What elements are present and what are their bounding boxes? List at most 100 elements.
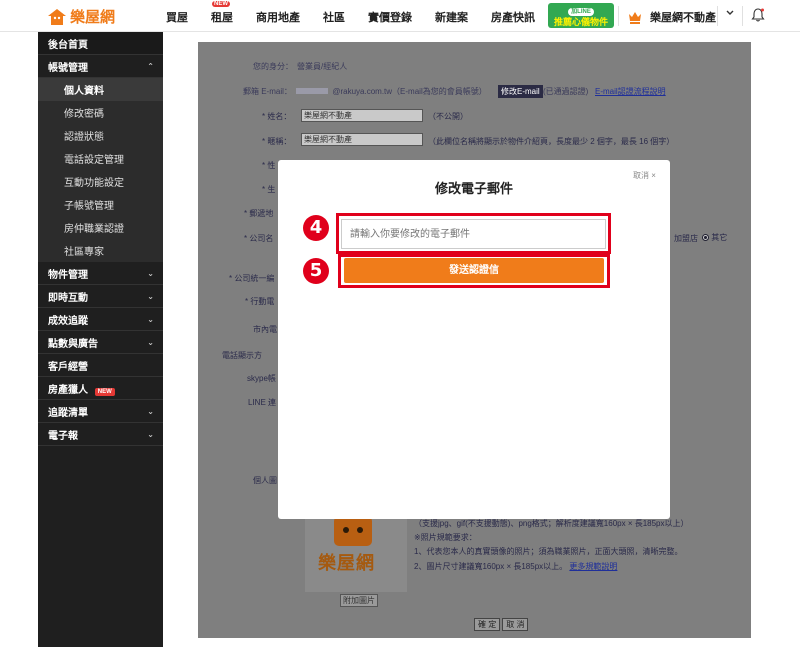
photo-note-rule2-text: 2、圖片尺寸建議寬160px × 長185px以上。 (414, 562, 568, 571)
sidebar-sub-password[interactable]: 修改密碼 (38, 101, 163, 124)
nav-price-registry[interactable]: 實價登錄 (368, 9, 412, 25)
sidebar-item-performance[interactable]: 成效追蹤 ⌄ (38, 308, 163, 331)
top-navigation: 樂屋網 買屋 NEW 租屋 商用地產 社區 實價登錄 新建案 房產快訊 加LIN… (0, 0, 800, 32)
sidebar-item-label: 物件管理 (48, 269, 88, 281)
other-radio[interactable]: 其它 (702, 232, 727, 243)
email-verified: (已通過認證) (543, 87, 589, 96)
line-label: LINE 連 (248, 398, 277, 407)
step-4-marker: 4 (303, 215, 329, 241)
sidebar-item-label: 點數與廣告 (48, 338, 98, 350)
company-label: * 公司名 (244, 234, 274, 243)
sidebar-item-label: 房產獵人 NEW (48, 381, 115, 396)
sidebar-item-interaction[interactable]: 即時互動 ⌄ (38, 285, 163, 308)
email-masked (296, 88, 329, 94)
store-option[interactable]: 加盟店 (674, 233, 698, 244)
main-nav: 買屋 NEW 租屋 商用地產 社區 實價登錄 新建案 房產快訊 (166, 1, 558, 25)
new-email-input[interactable] (341, 219, 606, 249)
user-menu[interactable]: 樂屋網不動產 (628, 9, 716, 25)
sidebar-item-label: 後台首頁 (48, 39, 88, 51)
upload-photo-button[interactable]: 附加圖片 (340, 594, 378, 607)
nav-community[interactable]: 社區 (323, 9, 345, 25)
sidebar-item-label: 電子報 (48, 430, 78, 442)
sidebar-item-listings[interactable]: 物件管理 ⌄ (38, 262, 163, 285)
modify-email-button[interactable]: 修改E-mail (498, 85, 543, 98)
send-verification-button[interactable]: 發送認證信 (344, 258, 604, 283)
step-5-marker: 5 (303, 258, 329, 284)
nav-rent-label: 租屋 (211, 12, 233, 24)
sidebar-sub-verification[interactable]: 認證狀態 (38, 124, 163, 147)
sidebar-sub-community-expert[interactable]: 社區專家 (38, 239, 163, 262)
form-actions: 確 定 取 消 (474, 618, 529, 631)
other-option: 其它 (711, 233, 728, 242)
nickname-field[interactable]: 樂屋網不動產 (301, 133, 423, 146)
sidebar-item-label: 成效追蹤 (48, 315, 88, 327)
mobile-label: * 行動電 (245, 297, 275, 306)
chevron-down-icon: ⌄ (147, 314, 154, 324)
sidebar-item-hunter[interactable]: 房產獵人 NEW (38, 377, 163, 400)
sidebar-item-points-ads[interactable]: 點數與廣告 ⌄ (38, 331, 163, 354)
divider (742, 6, 743, 26)
brand-name: 樂屋網 (70, 9, 116, 26)
address-label: * 郵遞地 (244, 209, 274, 218)
chevron-down-icon: ⌄ (147, 406, 154, 416)
cancel-button[interactable]: 取 消 (502, 618, 529, 631)
sidebar-item-label: 即時互動 (48, 292, 88, 304)
sidebar-item-label: 客戶經營 (48, 361, 88, 373)
photo-note-rule2: 2、圖片尺寸建議寬160px × 長185px以上。 更多規範說明 (414, 561, 617, 572)
sidebar-item-account[interactable]: 帳號管理 ⌃ (38, 55, 163, 78)
sidebar-item-newsletter[interactable]: 電子報 ⌄ (38, 423, 163, 446)
email-label: 郵箱 E-mail： (243, 87, 292, 96)
nav-rent[interactable]: NEW 租屋 (211, 1, 233, 25)
sidebar-item-home[interactable]: 後台首頁 (38, 32, 163, 55)
sidebar-sub-subaccounts[interactable]: 子帳號管理 (38, 193, 163, 216)
mascot-brand: 樂屋網 (318, 553, 375, 573)
name-field[interactable]: 樂屋網不動產 (301, 109, 423, 122)
chevron-down-icon: ⌄ (147, 337, 154, 347)
sidebar-sub-phone[interactable]: 電話設定管理 (38, 147, 163, 170)
nav-new-projects[interactable]: 新建案 (435, 9, 468, 25)
nav-news[interactable]: 房產快訊 (491, 9, 535, 25)
email-row: 郵箱 E-mail： @rakuya.com.tw（E-mail為您的會員帳號） (243, 86, 487, 97)
dialog-title: 修改電子郵件 (434, 181, 513, 196)
sidebar-item-hunter-label: 房產獵人 (48, 384, 88, 396)
tax-id-label: * 公司統一編 (229, 274, 275, 283)
chevron-down-icon: ⌄ (147, 291, 154, 301)
dialog-close-button[interactable]: 取消 × (633, 170, 656, 181)
gender-label: * 性 (262, 161, 276, 170)
new-tag: NEW (212, 1, 230, 7)
chevron-down-icon[interactable] (722, 8, 738, 24)
change-email-dialog: 修改電子郵件 取消 × 發送認證信 (278, 160, 670, 519)
crown-icon (629, 12, 641, 24)
chevron-down-icon: ⌄ (147, 429, 154, 439)
nav-buy[interactable]: 買屋 (166, 9, 188, 25)
photo-note-formats: （支援jpg、gif(不支援動態)、png格式；解析度建議寬160px × 長1… (414, 519, 689, 528)
nickname-label: * 暱稱： (262, 137, 292, 146)
sidebar-item-label: 追蹤清單 (48, 407, 88, 419)
name-note: （不公開） (428, 112, 468, 121)
sidebar-sub-profile[interactable]: 個人資料 (38, 78, 163, 101)
skype-label: skype帳 (247, 374, 276, 383)
line-pill: 加LINE (568, 8, 594, 16)
sidebar-sub-interaction[interactable]: 互動功能設定 (38, 170, 163, 193)
bell-icon[interactable] (751, 8, 765, 22)
avatar-label: 個人圖 (253, 476, 277, 485)
brand-logo[interactable]: 樂屋網 (48, 6, 115, 27)
chevron-down-icon: ⌄ (147, 268, 154, 278)
line-banner[interactable]: 加LINE 推薦心儀物件 (548, 3, 614, 28)
sidebar-item-customers[interactable]: 客戶經營 (38, 354, 163, 377)
email-help-link[interactable]: E-mail認證流程說明 (595, 86, 666, 97)
sidebar-sub-agent-cert[interactable]: 房仲職業認證 (38, 216, 163, 239)
confirm-button[interactable]: 確 定 (474, 618, 501, 631)
line-banner-text: 推薦心儀物件 (553, 17, 608, 27)
city-phone-label: 市內電 (253, 325, 277, 334)
sidebar-item-watchlist[interactable]: 追蹤清單 ⌄ (38, 400, 163, 423)
photo-note-rule1: 1、代表您本人的真實頭像的照片；須為職業照片，正面大頭照，清晰完整。 (414, 547, 683, 556)
house-logo-icon (48, 8, 66, 25)
photo-note-title: ※照片規範要求： (414, 533, 477, 542)
divider (618, 6, 619, 26)
nav-commercial[interactable]: 商用地產 (256, 9, 300, 25)
email-value: @rakuya.com.tw（E-mail為您的會員帳號） (332, 87, 487, 96)
photo-rules-link[interactable]: 更多規範說明 (569, 562, 617, 571)
sidebar-item-label: 帳號管理 (48, 62, 88, 74)
chevron-up-icon: ⌃ (147, 61, 154, 71)
